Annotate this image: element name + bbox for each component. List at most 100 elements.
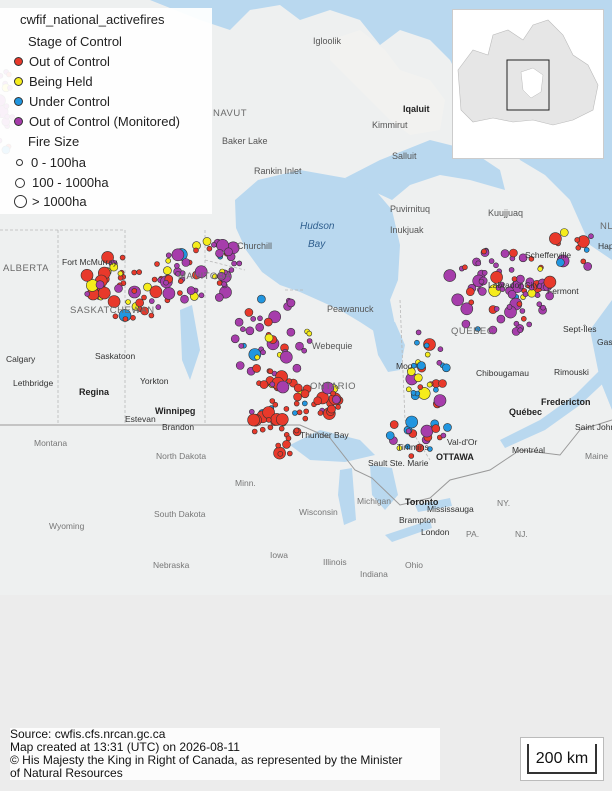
fire-point[interactable] [151,276,158,283]
fire-point[interactable] [313,396,323,406]
fire-point[interactable] [478,278,485,285]
fire-point[interactable] [257,294,266,304]
fire-point[interactable] [247,413,260,427]
fire-point[interactable] [440,432,447,439]
fire-point[interactable] [574,237,581,243]
fire-point[interactable] [206,245,213,252]
fire-point[interactable] [549,232,562,245]
fire-point[interactable] [215,293,224,302]
fire-point[interactable] [327,404,336,414]
fire-point[interactable] [500,249,510,258]
fire-point[interactable] [186,286,196,295]
fire-point[interactable] [286,327,296,337]
fire-point[interactable] [488,258,495,264]
fire-point[interactable] [414,339,420,346]
fire-point[interactable] [234,317,244,327]
fire-point[interactable] [263,317,273,327]
fire-point[interactable] [283,406,290,412]
fire-point[interactable] [269,381,276,388]
fire-point[interactable] [508,267,515,273]
fire-point[interactable] [443,423,452,432]
fire-point[interactable] [417,361,426,370]
fire-point[interactable] [211,242,217,248]
fire-point[interactable] [278,425,285,432]
fire-point[interactable] [267,424,274,431]
fire-point[interactable] [292,410,298,416]
fire-point[interactable] [252,364,261,373]
fire-point[interactable] [177,290,183,296]
fire-point[interactable] [149,298,155,304]
fire-point[interactable] [437,346,444,353]
fire-point[interactable] [527,288,537,298]
fire-point[interactable] [335,404,341,410]
fire-point[interactable] [559,228,569,237]
fire-point[interactable] [415,329,422,336]
fire-point[interactable] [267,368,274,375]
fire-point[interactable] [231,260,237,267]
fire-point[interactable] [468,299,475,306]
fire-point[interactable] [517,327,524,334]
fire-point[interactable] [95,280,105,290]
fire-point[interactable] [301,347,308,354]
fire-point[interactable] [493,306,500,312]
fire-point[interactable] [131,269,137,276]
fire-point[interactable] [493,262,499,269]
fire-point[interactable] [509,248,518,258]
fire-point[interactable] [293,400,300,407]
fire-point[interactable] [481,269,488,276]
fire-point[interactable] [588,233,594,239]
fire-point[interactable] [522,291,529,298]
fire-point[interactable] [279,350,293,364]
fire-point[interactable] [293,383,303,393]
fire-point[interactable] [441,363,451,373]
fire-point[interactable] [507,290,517,299]
fire-point[interactable] [302,415,309,422]
fire-point[interactable] [580,258,587,265]
fire-point[interactable] [417,384,424,390]
fire-point[interactable] [496,314,506,324]
fire-point[interactable] [245,326,255,336]
fire-point[interactable] [174,262,180,269]
fire-point[interactable] [426,381,433,388]
fire-point[interactable] [117,270,124,277]
fire-point[interactable] [259,426,266,433]
fire-point[interactable] [249,408,255,415]
fire-point[interactable] [235,361,245,370]
fire-point[interactable] [286,450,293,457]
fire-point[interactable] [180,294,189,304]
fire-point[interactable] [122,316,129,322]
fire-point[interactable] [433,386,439,393]
fire-point[interactable] [438,379,447,388]
fire-point[interactable] [410,389,417,396]
overview-inset-map[interactable] [452,9,604,159]
fire-point[interactable] [244,308,254,317]
fire-point[interactable] [420,424,434,438]
fire-point[interactable] [275,413,289,426]
fire-point[interactable] [431,424,441,433]
fire-point[interactable] [389,420,399,429]
fire-point[interactable] [413,373,423,383]
fire-point[interactable] [275,442,282,449]
fire-point[interactable] [202,237,212,246]
fire-point[interactable] [162,287,176,300]
fire-point[interactable] [423,342,430,349]
fire-point[interactable] [292,363,302,373]
fire-point[interactable] [282,440,291,449]
fire-point[interactable] [230,334,240,344]
fire-point[interactable] [405,386,412,393]
fire-point[interactable] [443,269,457,282]
fire-point[interactable] [526,321,533,328]
fire-point[interactable] [513,320,520,327]
fire-point[interactable] [259,380,269,389]
fire-point[interactable] [306,330,313,337]
fire-point[interactable] [224,247,233,257]
fire-point[interactable] [260,349,266,356]
fire-point[interactable] [583,247,590,253]
fire-point[interactable] [149,285,163,299]
fire-point[interactable] [436,359,443,366]
fire-point[interactable] [236,260,243,267]
fire-point[interactable] [165,257,171,264]
fire-point[interactable] [433,394,447,407]
fire-point[interactable] [477,287,487,296]
fire-point[interactable] [534,292,541,299]
